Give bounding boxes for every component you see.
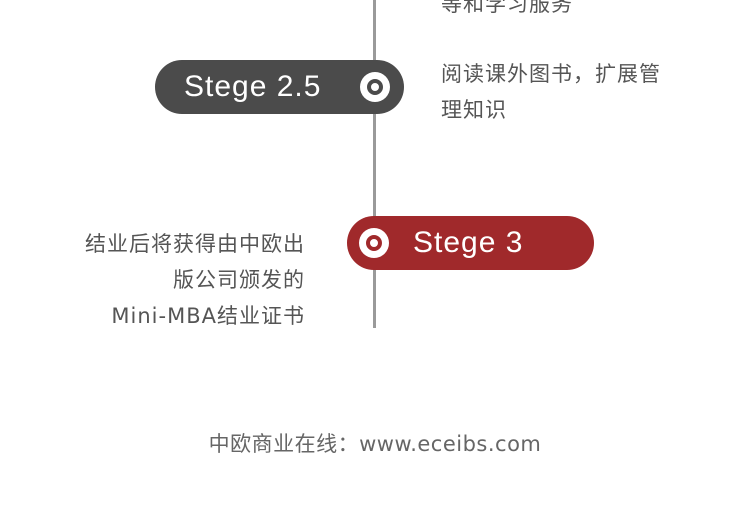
timeline-line xyxy=(373,0,376,328)
stage-2-5-pill: Stege 2.5 xyxy=(155,60,404,114)
stage-2-5-description: 阅读课外图书，扩展管 理知识 xyxy=(441,56,711,128)
footer-website: 中欧商业在线：www.eceibs.com xyxy=(208,432,542,456)
stage-3-description-line-3: Mini-MBA结业证书 xyxy=(111,304,305,328)
stage-3-pill: Stege 3 xyxy=(347,216,594,270)
stage-2-5-description-line-1: 阅读课外图书，扩展管 xyxy=(441,62,661,86)
ring-marker-icon xyxy=(360,72,390,102)
stage-3-label: Stege 3 xyxy=(413,226,524,259)
stage-2-5-label: Stege 2.5 xyxy=(184,70,322,103)
stage-3-description-line-1: 结业后将获得由中欧出 xyxy=(85,232,305,256)
ring-marker-icon xyxy=(359,228,389,258)
stage-3-description: 结业后将获得由中欧出 版公司颁发的 Mini-MBA结业证书 xyxy=(85,226,305,334)
stage-2-5-description-line-2: 理知识 xyxy=(441,98,507,122)
stage-3-description-line-2: 版公司颁发的 xyxy=(173,268,305,292)
previous-stage-description: 等和学习服务 xyxy=(441,0,573,16)
